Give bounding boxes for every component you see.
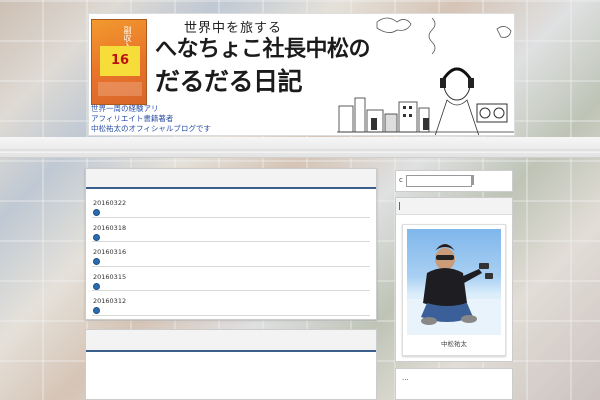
profile-photo[interactable] — [407, 229, 501, 335]
bullet-icon — [93, 233, 100, 241]
post-item[interactable]: 20160315 — [92, 267, 370, 291]
search-button[interactable] — [472, 175, 474, 185]
description-line: 世界一周の経験アリ — [91, 104, 159, 113]
post-date-link[interactable]: 20160316 — [93, 248, 126, 256]
recent-posts-panel: 20160322 20160318 20160316 20160315 2016… — [85, 168, 377, 320]
content-panel-header — [86, 330, 376, 352]
sidebar-widget-2: ... — [395, 368, 513, 400]
post-date-link[interactable]: 20160318 — [93, 224, 126, 232]
person-illustration — [407, 244, 501, 335]
widget-label: ... — [402, 374, 409, 382]
search-input[interactable] — [406, 175, 472, 187]
header-divider-band — [0, 137, 600, 158]
content-panel-2 — [85, 329, 377, 400]
header-marker — [399, 202, 400, 210]
post-item[interactable]: 20160318 — [92, 218, 370, 242]
search-label: c — [399, 176, 403, 184]
post-date-link[interactable]: 20160322 — [93, 199, 126, 207]
description-line: アフィリエイト書籍著者 — [91, 114, 174, 123]
recent-posts-header — [86, 169, 376, 189]
book-cover-image[interactable]: 副収入 16 — [91, 19, 147, 105]
blog-header-banner[interactable]: 副収入 16 世界中を旅する へなちょこ社長中松の だるだる日記 世界一周の経験… — [88, 13, 515, 136]
blog-description: 世界一周の経験アリ アフィリエイト書籍著者 中松祐太のオフィシャルブログです — [91, 104, 211, 134]
post-date-link[interactable]: 20160312 — [93, 297, 126, 305]
bullet-icon — [93, 209, 100, 216]
bullet-icon — [93, 282, 100, 290]
sidebar-search-widget: c — [395, 170, 513, 192]
description-line: 中松祐太のオフィシャルブログです — [91, 124, 211, 133]
post-item[interactable]: 20160322 — [92, 193, 370, 218]
bullet-icon — [93, 258, 100, 265]
sidebar-profile-widget: 中松祐太 — [395, 197, 513, 362]
book-highlight-text: 16 — [100, 46, 140, 76]
profile-widget-header — [396, 198, 512, 215]
band-shadow — [0, 149, 600, 153]
book-footer-stripe — [98, 82, 142, 96]
post-item[interactable]: 20160316 — [92, 242, 370, 267]
post-list: 20160322 20160318 20160316 20160315 2016… — [86, 189, 376, 316]
post-date-link[interactable]: 20160315 — [93, 273, 126, 281]
bullet-icon — [93, 307, 100, 314]
post-item[interactable]: 20160312 — [92, 291, 370, 316]
header-sketch-illustration — [337, 17, 514, 135]
profile-photo-frame[interactable]: 中松祐太 — [402, 224, 506, 356]
profile-caption: 中松祐太 — [441, 340, 467, 348]
